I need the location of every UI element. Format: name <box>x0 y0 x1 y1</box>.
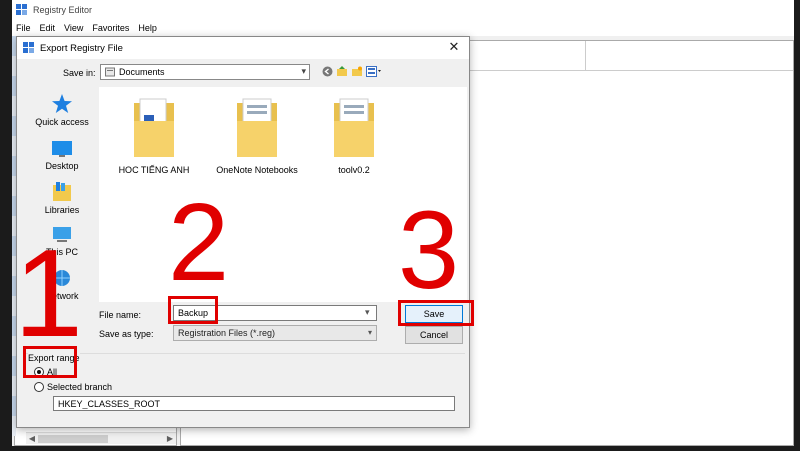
registry-menubar: File Edit View Favorites Help <box>12 20 794 36</box>
folder-icon <box>134 98 174 157</box>
folder-icon <box>237 98 277 157</box>
selected-branch-input[interactable] <box>53 396 455 411</box>
save-as-type-value: Registration Files (*.reg) <box>178 328 276 338</box>
save-in-value: Documents <box>119 67 165 77</box>
annotation-step-2: 2 <box>168 181 230 304</box>
annotation-step-1: 1 <box>14 225 83 363</box>
annotation-step-3: 3 <box>398 189 460 312</box>
scroll-right-icon[interactable]: ▶ <box>164 433 176 445</box>
annotation-box-export-range <box>23 346 77 378</box>
menu-help[interactable]: Help <box>138 23 157 33</box>
folder-item[interactable]: OneNote Notebooks <box>202 97 312 175</box>
save-in-select[interactable]: Documents ▾ <box>100 64 310 80</box>
radio-selected-branch[interactable]: Selected branch <box>34 382 112 392</box>
place-desktop[interactable]: Desktop <box>25 139 99 171</box>
folder-label: toolv0.2 <box>338 165 370 175</box>
radio-selected-branch-label: Selected branch <box>47 382 113 392</box>
menu-edit[interactable]: Edit <box>40 23 56 33</box>
dialog-title: Export Registry File <box>40 42 123 54</box>
chevron-down-icon[interactable]: ▾ <box>368 328 372 337</box>
chevron-down-icon[interactable]: ▾ <box>365 307 370 318</box>
file-name-label: File name: <box>99 310 142 320</box>
cancel-button[interactable]: Cancel <box>405 326 463 344</box>
desktop-icon <box>52 141 72 157</box>
nav-toolbar <box>322 66 382 77</box>
up-folder-icon[interactable] <box>336 66 348 77</box>
chevron-down-icon[interactable]: ▾ <box>301 66 306 77</box>
close-icon[interactable]: ✕ <box>447 40 461 54</box>
libraries-icon <box>53 182 71 201</box>
dialog-titlebar: Export Registry File ✕ <box>17 37 469 59</box>
quick-access-icon <box>52 94 72 113</box>
folder-icon <box>334 98 374 157</box>
letterbox-left <box>0 0 12 451</box>
registry-icon <box>16 4 27 15</box>
registry-icon <box>23 42 34 53</box>
back-icon[interactable] <box>322 66 333 77</box>
scroll-left-icon[interactable]: ◀ <box>26 433 38 445</box>
annotation-box-save <box>398 300 474 326</box>
letterbox-right <box>794 0 800 451</box>
menu-favorites[interactable]: Favorites <box>92 23 129 33</box>
registry-editor-title: Registry Editor <box>33 5 93 15</box>
export-range-group: Export range All Selected branch <box>25 353 465 417</box>
radio-selected-branch-indicator[interactable] <box>34 382 44 392</box>
folder-icon <box>105 67 115 77</box>
view-menu-icon[interactable] <box>366 66 382 77</box>
folder-item[interactable]: HOC TIẾNG ANH <box>99 97 209 175</box>
tree-horizontal-scrollbar[interactable]: ◀ ▶ <box>26 432 176 444</box>
folder-item[interactable]: toolv0.2 <box>299 97 409 175</box>
folder-label: HOC TIẾNG ANH <box>118 165 190 175</box>
save-as-type-label: Save as type: <box>99 329 154 339</box>
save-in-label: Save in: <box>63 68 96 78</box>
place-quick-access[interactable]: Quick access <box>25 93 99 127</box>
annotation-box-file-name <box>168 296 218 324</box>
place-libraries[interactable]: Libraries <box>25 181 99 215</box>
new-folder-icon[interactable] <box>351 66 363 77</box>
menu-view[interactable]: View <box>64 23 83 33</box>
save-as-type-select[interactable]: Registration Files (*.reg) ▾ <box>173 325 377 341</box>
menu-file[interactable]: File <box>16 23 31 33</box>
letterbox-bottom <box>0 446 800 451</box>
folder-label: OneNote Notebooks <box>216 165 298 175</box>
registry-editor-titlebar: Registry Editor <box>12 0 794 20</box>
scroll-thumb[interactable] <box>38 435 108 443</box>
